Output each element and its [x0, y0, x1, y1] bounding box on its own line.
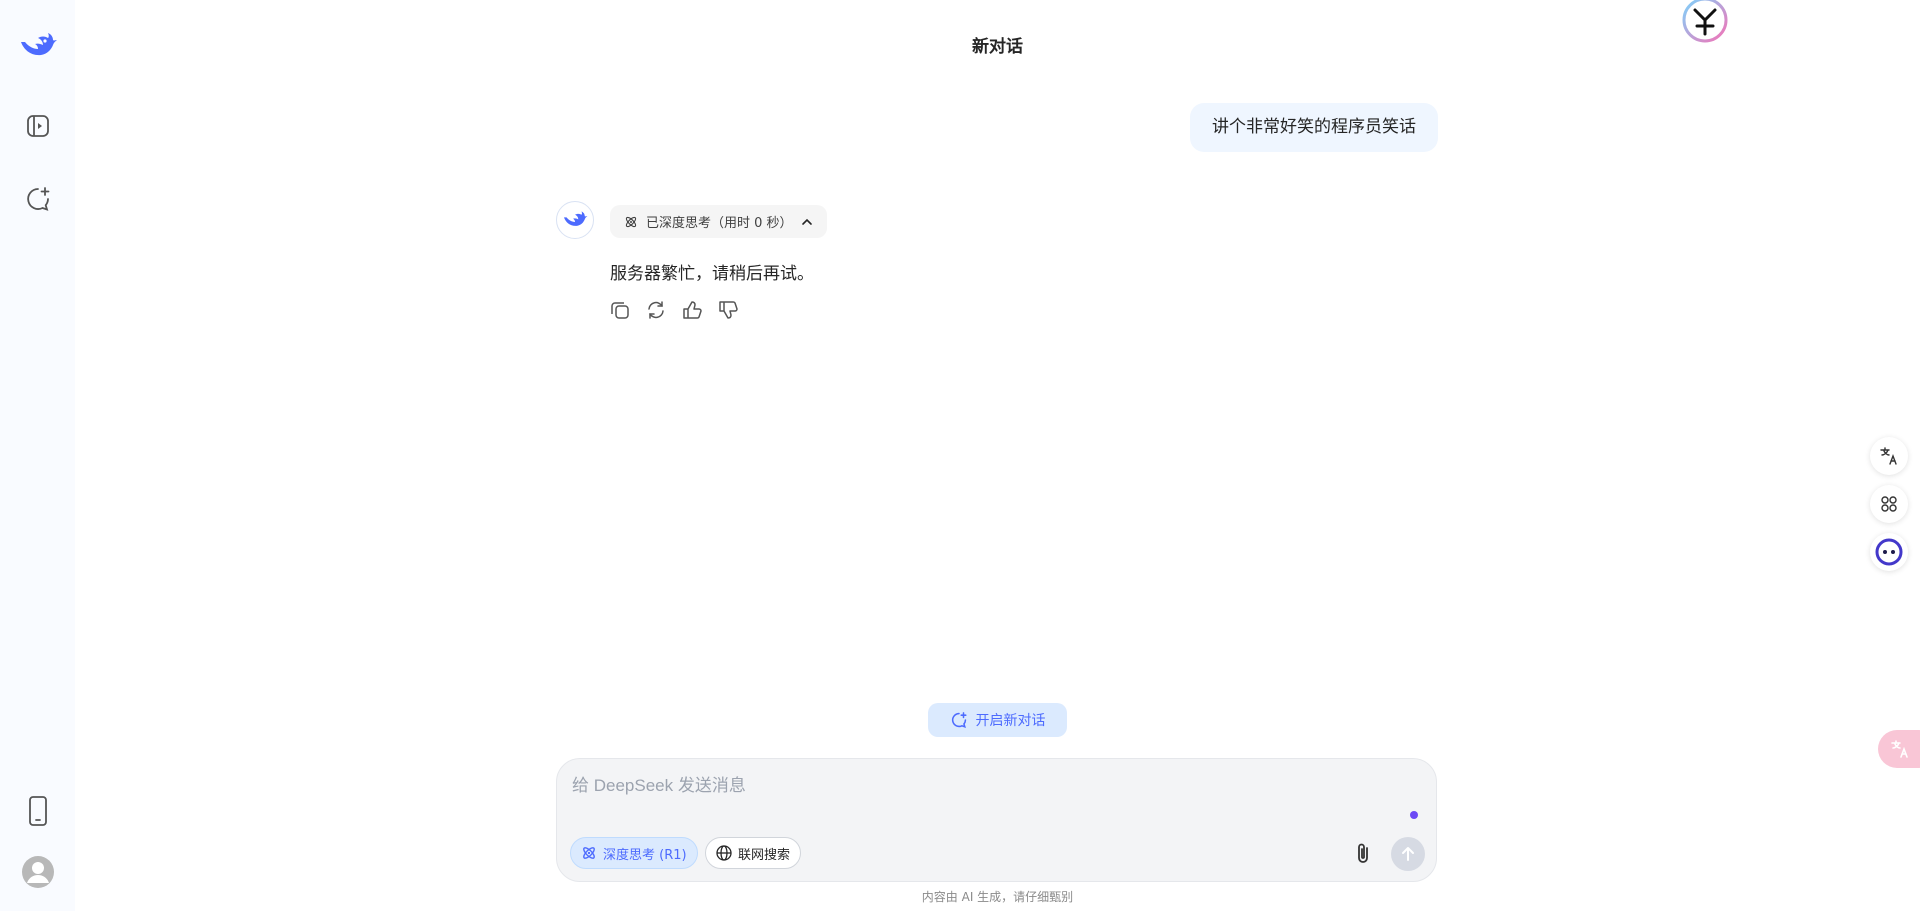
new-chat-icon[interactable] — [18, 179, 58, 219]
regenerate-icon[interactable] — [644, 298, 668, 322]
thumbs-down-icon[interactable] — [716, 298, 740, 322]
copy-icon[interactable] — [608, 298, 632, 322]
open-sidebar-icon[interactable] — [18, 106, 58, 146]
assistant-avatar — [556, 201, 594, 239]
message-composer: 深度思考 (R1) 联网搜索 — [556, 758, 1437, 882]
globe-icon — [716, 845, 732, 861]
new-chat-label: 开启新对话 — [975, 713, 1046, 729]
atom-icon — [625, 216, 637, 227]
extension-badge-icon[interactable] — [1681, 0, 1729, 44]
assistant-reply: 服务器繁忙，请稍后再试。 — [610, 264, 814, 284]
web-search-toggle[interactable]: 联网搜索 — [705, 837, 802, 869]
deep-think-toggle[interactable]: 深度思考 (R1) — [570, 837, 698, 869]
message-input[interactable] — [572, 771, 1392, 807]
thinking-label: 已深度思考（用时 0 秒） — [646, 216, 793, 231]
apps-grid-icon[interactable] — [1870, 485, 1908, 523]
chevron-up-icon — [801, 218, 812, 225]
translate-floating-icon[interactable] — [1878, 730, 1920, 768]
deep-think-label: 深度思考 (R1) — [603, 847, 687, 863]
user-avatar-icon[interactable] — [18, 852, 58, 892]
mobile-app-icon[interactable] — [18, 791, 58, 831]
page-title: 新对话 — [972, 37, 1023, 57]
sidebar — [0, 0, 75, 911]
new-chat-icon — [951, 712, 967, 728]
user-message-bubble: 讲个非常好笑的程序员笑话 — [1190, 103, 1438, 152]
attach-icon[interactable] — [1348, 839, 1378, 869]
ai-disclaimer: 内容由 AI 生成，请仔细甄别 — [921, 890, 1074, 904]
web-search-label: 联网搜索 — [738, 847, 791, 863]
deepseek-whale-icon — [563, 211, 588, 226]
status-dot — [1410, 811, 1418, 819]
assistant-bot-icon[interactable] — [1870, 533, 1908, 571]
send-button[interactable] — [1391, 837, 1425, 871]
new-chat-button[interactable]: 开启新对话 — [928, 703, 1067, 737]
arrow-up-icon — [1402, 847, 1414, 861]
thinking-toggle[interactable]: 已深度思考（用时 0 秒） — [610, 205, 827, 238]
thumbs-up-icon[interactable] — [680, 298, 704, 322]
translate-icon[interactable] — [1870, 437, 1908, 475]
message-actions — [608, 298, 740, 322]
atom-icon — [583, 847, 595, 859]
